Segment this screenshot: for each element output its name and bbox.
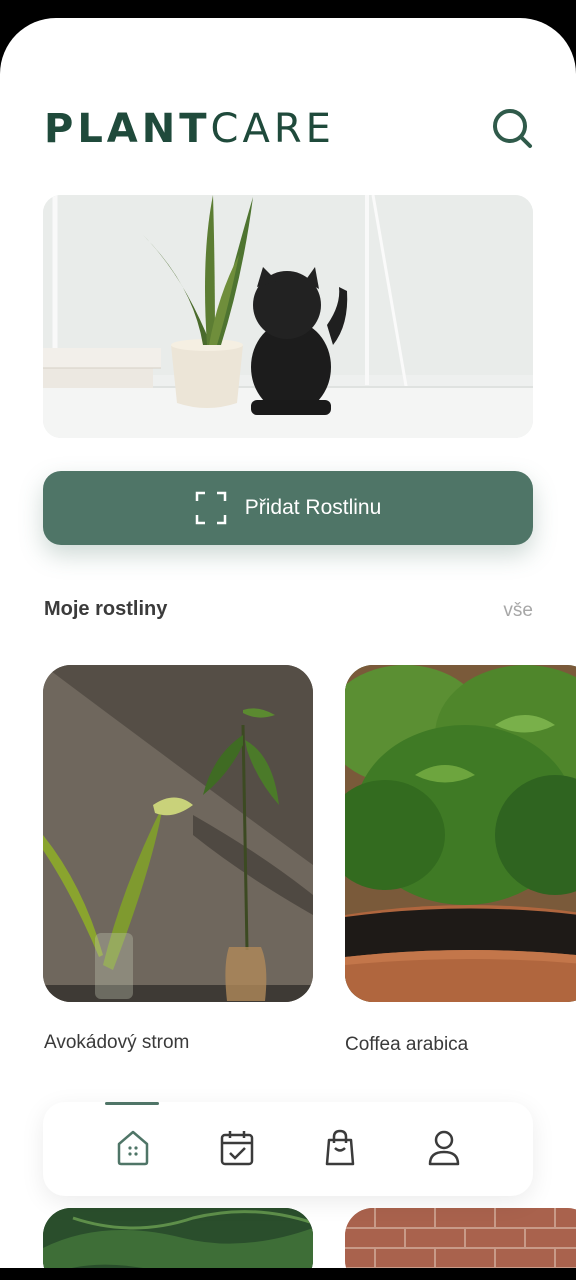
app-screen: PLANTCARE Přidat Rostlinu Moje rostliny … [0, 18, 576, 1268]
search-icon[interactable] [490, 106, 534, 150]
hero-image [43, 195, 533, 438]
suggestion-card-ferns[interactable] [43, 1208, 313, 1268]
plant-name: Avokádový strom [44, 1032, 190, 1053]
shopping-bag-icon[interactable] [322, 1128, 358, 1168]
scan-icon [195, 491, 227, 525]
home-icon[interactable] [115, 1128, 151, 1168]
logo-part-plant: PLANT [44, 106, 211, 152]
plant-card-coffea[interactable] [345, 665, 576, 1002]
see-all-link[interactable]: vše [503, 600, 533, 622]
my-plants-title: Moje rostliny [44, 598, 168, 620]
plant-card-avocado[interactable] [43, 665, 313, 1002]
profile-icon[interactable] [426, 1128, 462, 1168]
add-plant-label: Přidat Rostlinu [244, 496, 382, 519]
plant-name: Coffea arabica [345, 1034, 469, 1055]
calendar-icon[interactable] [219, 1128, 255, 1168]
bottom-navigation [43, 1102, 533, 1196]
app-logo: PLANTCARE [44, 106, 335, 152]
logo-part-care: CARE [210, 106, 335, 152]
suggestion-card-brick[interactable] [345, 1208, 576, 1268]
add-plant-button[interactable]: Přidat Rostlinu [43, 471, 533, 545]
active-tab-indicator [105, 1102, 159, 1105]
